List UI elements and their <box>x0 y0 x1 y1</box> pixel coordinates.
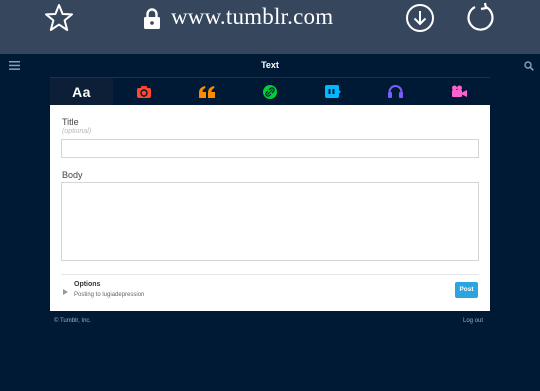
video-icon <box>451 85 467 97</box>
tab-video[interactable] <box>427 78 490 105</box>
post-button[interactable]: Post <box>455 282 478 298</box>
tab-photo[interactable] <box>113 78 176 105</box>
page-title: Text <box>261 60 279 70</box>
download-icon[interactable] <box>405 3 435 33</box>
title-label: Title <box>62 117 79 127</box>
chat-icon <box>324 84 341 98</box>
options-toggle[interactable]: Options <box>74 281 100 288</box>
post-editor-card: Title (optional) Body Options Posting to… <box>50 105 490 311</box>
camera-icon <box>137 85 152 98</box>
tab-chat[interactable] <box>301 78 364 105</box>
copyright-text: © Tumblr, Inc. <box>54 318 92 324</box>
browser-toolbar: www.tumblr.com <box>0 0 540 54</box>
options-divider <box>61 274 479 275</box>
title-input[interactable] <box>61 139 479 158</box>
lock-icon <box>144 8 160 29</box>
tab-text[interactable]: Aa <box>50 78 113 105</box>
tab-quote[interactable] <box>176 78 239 105</box>
post-type-tabs: Aa <box>50 78 490 105</box>
quote-icon <box>199 85 216 98</box>
body-textarea[interactable] <box>61 182 479 261</box>
posting-to-blog: Posting to lugiadepression <box>74 292 145 298</box>
link-icon <box>263 84 277 99</box>
star-icon[interactable] <box>44 3 74 33</box>
headphones-icon <box>388 85 404 98</box>
refresh-icon[interactable] <box>465 2 495 34</box>
expand-arrow-icon[interactable] <box>63 289 68 295</box>
tab-link[interactable] <box>239 78 302 105</box>
address-bar-url[interactable]: www.tumblr.com <box>171 4 333 30</box>
search-icon[interactable] <box>524 61 534 71</box>
logout-link[interactable]: Log out <box>463 318 483 324</box>
body-label: Body <box>62 170 83 180</box>
tab-audio[interactable] <box>364 78 427 105</box>
title-optional-hint: (optional) <box>62 128 92 135</box>
app-header: Text <box>0 54 540 78</box>
text-icon: Aa <box>72 83 91 100</box>
